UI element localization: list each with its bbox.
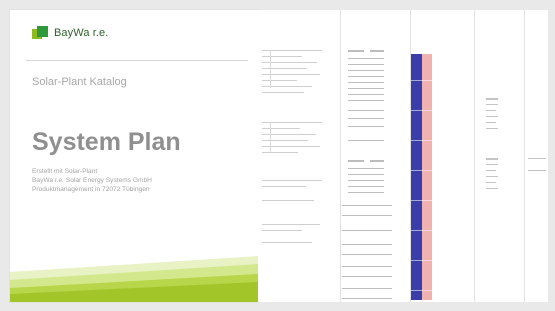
green-wave-graphic	[10, 256, 258, 302]
catalog-subtitle: Solar-Plant Katalog	[32, 76, 127, 88]
brand-name: BayWa r.e.	[54, 27, 109, 39]
brand-logo: BayWa r.e.	[32, 26, 108, 40]
divider	[26, 60, 248, 61]
page-title: System Plan	[32, 128, 181, 156]
plan-thumbnail	[262, 10, 546, 302]
brand-logo-icon	[32, 26, 48, 40]
document-viewer: BayWa r.e. Solar-Plant Katalog System Pl…	[0, 0, 555, 311]
plan-pages-preview	[258, 10, 548, 302]
cover-page: BayWa r.e. Solar-Plant Katalog System Pl…	[10, 10, 258, 302]
info-line: BayWa r.e. Solar Energy Systems GmbH	[32, 177, 152, 184]
info-line: Erstellt mit Solar-Plant	[32, 168, 98, 175]
info-line: Produktmanagement in 72072 Tübingen	[32, 186, 150, 193]
page-divider	[410, 10, 411, 302]
cover-info: Erstellt mit Solar-Plant BayWa r.e. Sola…	[32, 167, 152, 194]
